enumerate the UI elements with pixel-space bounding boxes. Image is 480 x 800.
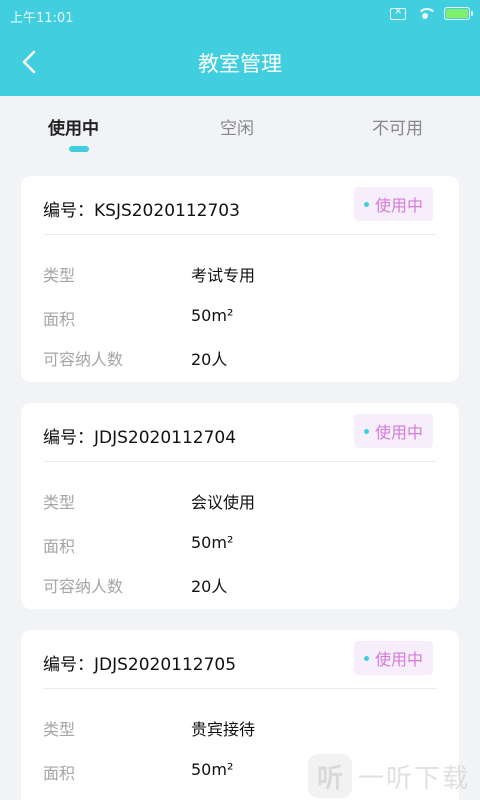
room-capacity-value: 20人 [191,350,228,369]
room-type-label: 类型 [43,493,76,512]
status-badge-label: 使用中 [374,423,423,442]
divider [43,234,437,235]
top-bar: 上午11:01 教室管理 [0,0,480,96]
page-title: 教室管理 [198,52,282,76]
status-dot-icon [363,428,369,434]
room-card-header: 编号：JDJS2020112705 使用中 [21,630,459,688]
watermark-text: 一听下载 [358,763,471,794]
room-id: 编号：JDJS2020112704 [43,428,237,448]
status-dot-icon [363,201,369,207]
no-sim-icon [390,6,406,20]
status-time: 上午11:01 [10,11,74,26]
wifi-icon [416,7,437,20]
room-type-label: 类型 [43,720,76,739]
status-dot-icon [363,655,369,661]
room-area-label: 面积 [43,537,76,556]
status-icons [390,6,473,20]
tab-unavailable[interactable]: 不可用 [372,114,423,139]
room-area-value: 50m² [191,760,234,779]
watermark: 听 一听下载 [308,752,472,800]
room-type-value: 会议使用 [191,493,256,512]
room-capacity-label: 可容纳人数 [43,577,124,596]
room-capacity-label: 可容纳人数 [43,350,124,369]
room-card-header: 编号：KSJS2020112703 使用中 [21,176,459,234]
watermark-logo: 听 [308,754,352,798]
room-type-row: 类型 考试专用 [43,262,437,286]
room-type-value: 贵宾接待 [191,720,256,739]
tab-idle[interactable]: 空闲 [220,114,254,139]
room-id: 编号：KSJS2020112703 [43,201,240,221]
room-type-row: 类型 贵宾接待 [43,716,437,740]
tab-in-use[interactable]: 使用中 [48,114,99,139]
divider [43,461,437,462]
room-area-label: 面积 [43,764,76,783]
battery-icon [444,7,473,20]
divider [43,688,437,689]
status-badge: 使用中 [353,414,433,448]
room-type-label: 类型 [43,266,76,285]
status-badge: 使用中 [353,641,433,675]
room-area-value: 50m² [191,533,234,552]
status-bar: 上午11:01 [0,0,480,32]
room-type-value: 考试专用 [191,266,256,285]
room-area-row: 面积 50m² [43,306,437,330]
status-badge-label: 使用中 [374,650,423,669]
room-area-row: 面积 50m² [43,533,437,557]
room-capacity-row: 可容纳人数 20人 [43,573,437,597]
room-area-value: 50m² [191,306,234,325]
room-area-label: 面积 [43,310,76,329]
room-card-header: 编号：JDJS2020112704 使用中 [21,403,459,461]
room-card[interactable]: 编号：KSJS2020112703 使用中 类型 考试专用 面积 50m² 可容… [21,176,459,382]
tab-bar: 使用中 空闲 不可用 [0,96,480,164]
room-card[interactable]: 编号：JDJS2020112704 使用中 类型 会议使用 面积 50m² 可容… [21,403,459,609]
tab-indicator [69,146,89,152]
room-capacity-row: 可容纳人数 20人 [43,346,437,370]
status-badge: 使用中 [353,187,433,221]
status-badge-label: 使用中 [374,196,423,215]
room-id: 编号：JDJS2020112705 [43,655,237,675]
room-capacity-value: 20人 [191,577,228,596]
room-type-row: 类型 会议使用 [43,489,437,513]
